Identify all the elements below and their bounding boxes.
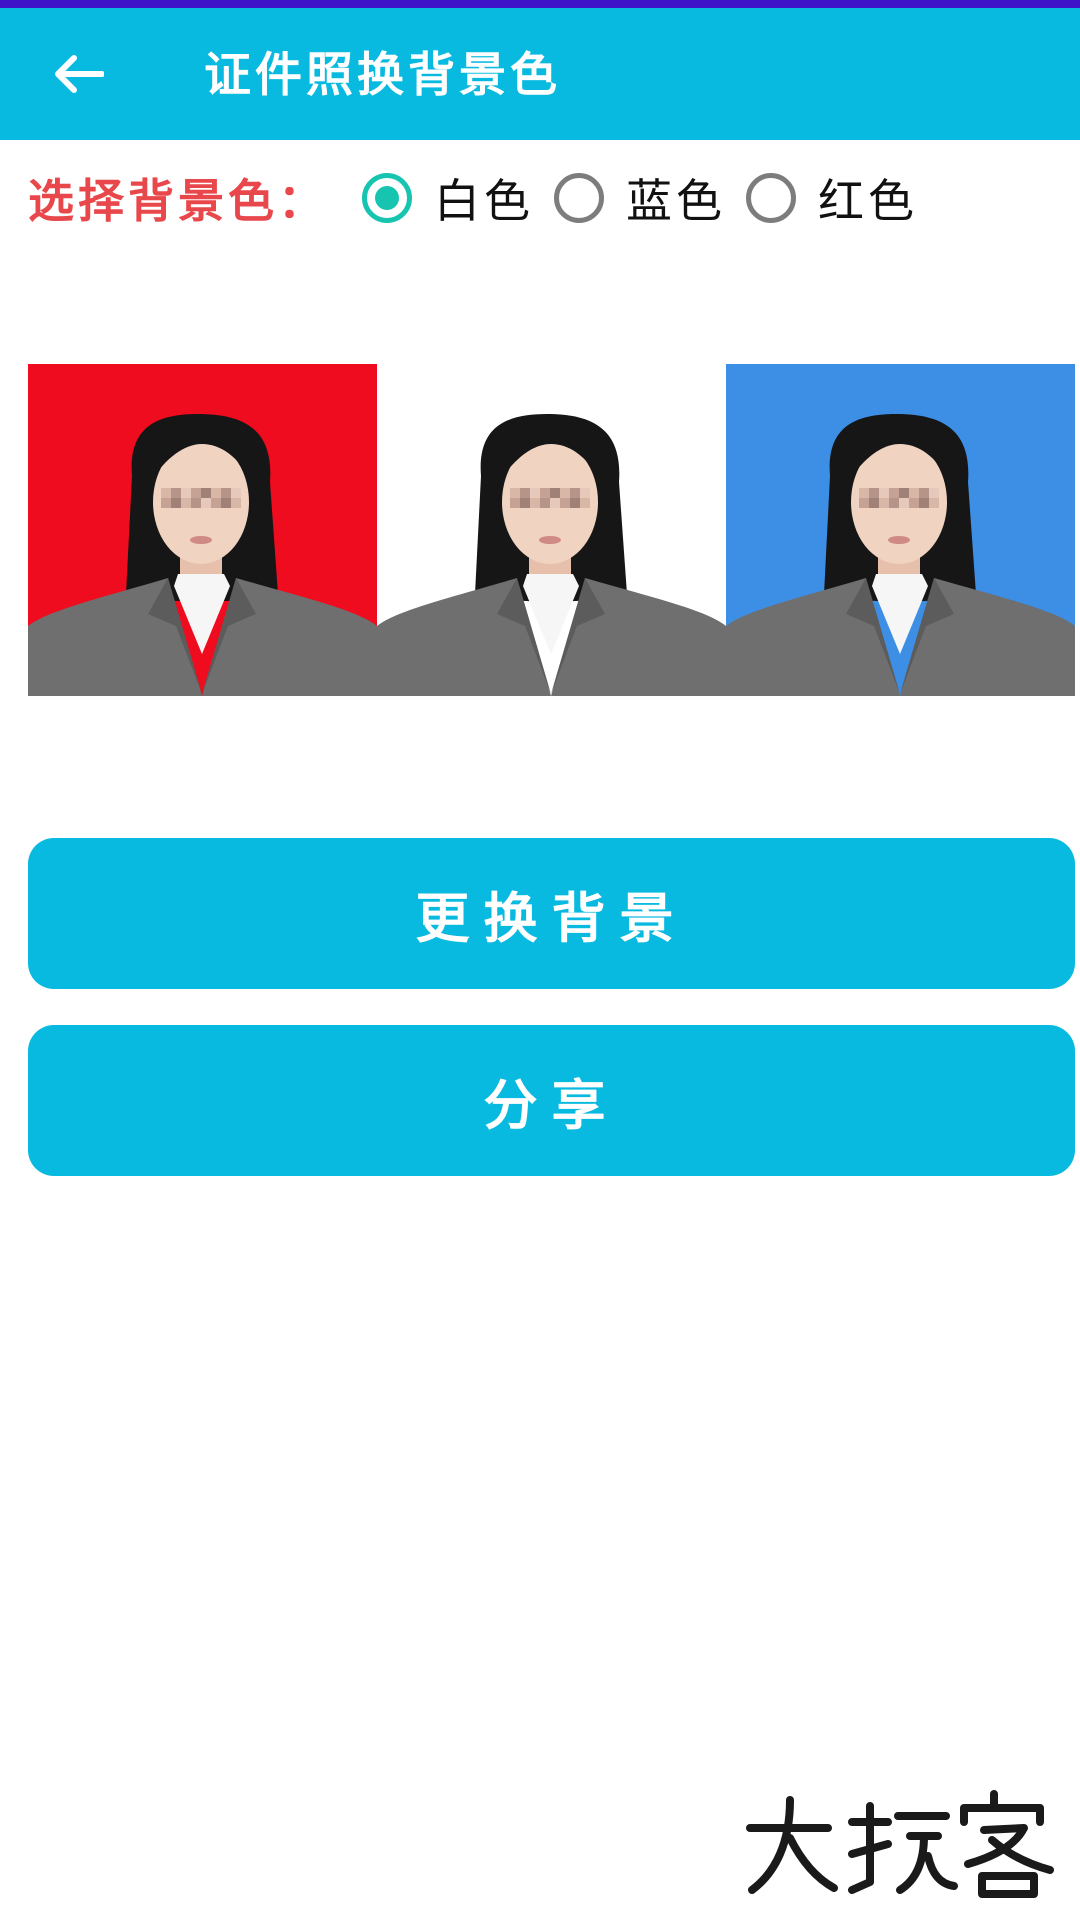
radio-unchecked-icon xyxy=(746,173,796,223)
radio-unchecked-icon xyxy=(554,173,604,223)
share-button[interactable]: 分享 xyxy=(28,1025,1075,1176)
arrow-left-icon xyxy=(52,54,105,98)
background-color-selector: 选择背景色： 白色 蓝色 红色 xyxy=(28,158,938,238)
radio-checked-icon xyxy=(362,173,412,223)
radio-option-blue[interactable]: 蓝色 xyxy=(554,165,726,231)
portrait-image xyxy=(377,364,726,696)
background-color-label: 选择背景色： xyxy=(28,174,328,228)
red-background-photo xyxy=(28,364,377,696)
back-button[interactable] xyxy=(40,38,116,114)
radio-label-white: 白色 xyxy=(434,174,534,228)
white-background-photo xyxy=(377,364,726,696)
radio-label-red: 红色 xyxy=(818,174,918,228)
portrait-image xyxy=(726,364,1075,696)
portrait-image xyxy=(28,364,377,696)
change-background-button[interactable]: 更换背景 xyxy=(28,838,1075,989)
photo-preview-row xyxy=(28,364,1075,696)
watermark-logo xyxy=(740,1782,1080,1902)
watermark-logo-icon xyxy=(746,1790,1054,1898)
app-bar: 证件照换背景色 xyxy=(0,8,1080,140)
status-bar xyxy=(0,0,1080,8)
radio-option-red[interactable]: 红色 xyxy=(746,165,918,231)
blue-background-photo xyxy=(726,364,1075,696)
app-screen: 证件照换背景色 选择背景色： 白色 蓝色 红色 更换背景 分享 xyxy=(0,0,1080,1920)
page-title: 证件照换背景色 xyxy=(204,48,561,103)
radio-option-white[interactable]: 白色 xyxy=(362,165,534,231)
radio-label-blue: 蓝色 xyxy=(626,174,726,228)
